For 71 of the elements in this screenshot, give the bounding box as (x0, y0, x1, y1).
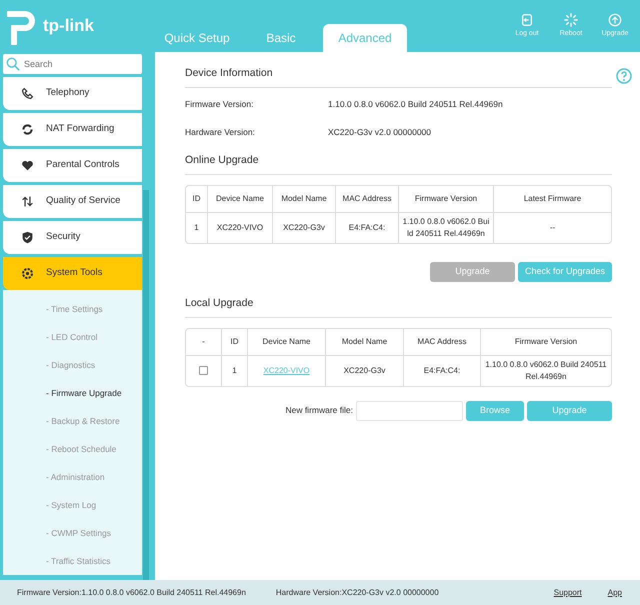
field-label: Firmware Version: (185, 98, 254, 110)
table-cell: 1 (186, 213, 208, 243)
field-value: XC220-G3v v2.0 00000000 (328, 126, 432, 138)
submenu-item[interactable]: - Time Settings (3, 295, 142, 323)
footer-link[interactable]: Support (554, 586, 582, 598)
table-cell-text: -- (548, 222, 556, 234)
action-button[interactable]: Browse (466, 400, 524, 421)
table-cell: E4:FA:C4: (404, 356, 481, 386)
refresh-icon (21, 123, 34, 136)
field-label: New firmware file: (285, 404, 353, 418)
submenu-item[interactable]: - LED Control (3, 323, 142, 351)
field-value: 1.10.0 0.8.0 v6062.0 Build 240511 Rel.44969n (328, 98, 503, 110)
menu-item[interactable]: Security (3, 221, 142, 254)
table-cell: XC220-G3v (273, 213, 336, 243)
column-header: ID (186, 186, 208, 213)
column-header: Firmware Version (481, 328, 611, 356)
menu-item[interactable]: System Tools (3, 257, 142, 290)
table-cell-text: 1.10.0 0.8.0 v6062.0 Build 240511 Rel.44969n (484, 358, 608, 383)
column-header: Latest Firmware (494, 186, 611, 213)
menu-item[interactable]: Telephony (3, 77, 142, 110)
column-header: Model Name (273, 186, 336, 213)
upload-icon (608, 12, 622, 27)
nav-tab[interactable]: Advanced (323, 24, 407, 52)
heart-icon (21, 159, 34, 172)
nav-tab[interactable]: Basic (239, 24, 323, 52)
submenu-item[interactable]: - System Log (3, 491, 142, 519)
help-icon[interactable] (616, 68, 632, 84)
submenu-item[interactable]: - Traffic Statistics (3, 547, 142, 575)
submenu-item[interactable]: - Reboot Schedule (3, 435, 142, 463)
device-link[interactable]: XC220-VIVO (263, 366, 310, 375)
column-header: MAC Address (336, 186, 399, 213)
footer-text: Hardware Version:XC220-G3v v2.0 00000000 (276, 586, 439, 598)
submenu-item[interactable]: - Diagnostics (3, 351, 142, 379)
nav-tab[interactable]: Quick Setup (155, 24, 239, 52)
submenu-item[interactable]: - Administration (3, 463, 142, 491)
shield-icon (21, 231, 34, 244)
submenu-item[interactable]: - Firmware Upgrade (3, 379, 142, 407)
column-header: Firmware Version (399, 186, 494, 213)
footer-text: Firmware Version:1.10.0 0.8.0 v6062.0 Build 240511 Rel.44969n (17, 586, 246, 598)
search-field[interactable]: Search (3, 54, 142, 74)
column-header: Model Name (326, 328, 404, 356)
column-header: - (186, 328, 222, 356)
column-header: Device Name (248, 328, 326, 356)
phone-icon (21, 87, 34, 100)
submenu-item[interactable]: - Backup & Restore (3, 407, 142, 435)
menu-item[interactable]: NAT Forwarding (3, 113, 142, 146)
section-title: Device Information (185, 66, 612, 88)
table-cell: XC220-G3v (326, 356, 404, 386)
column-header: Device Name (208, 186, 273, 213)
column-header: ID (222, 328, 248, 356)
action-button[interactable]: Check for Upgrades (518, 262, 612, 282)
table-cell: 1.10.0 0.8.0 v6062.0 Build 240511 Rel.44969n (399, 213, 494, 243)
field-label: Hardware Version: (185, 126, 256, 138)
menu-item[interactable]: Quality of Service (3, 185, 142, 218)
file-input-field[interactable] (356, 400, 463, 421)
table-cell: 1 (222, 356, 248, 386)
arrows-icon (21, 195, 34, 208)
logout-icon (520, 12, 534, 27)
footer-link[interactable]: App (608, 586, 622, 598)
gear-icon (21, 267, 34, 280)
checkbox[interactable] (199, 366, 208, 376)
section-title: Online Upgrade (185, 153, 612, 175)
menu-item[interactable]: Parental Controls (3, 149, 142, 182)
submenu-item[interactable]: - CWMP Settings (3, 519, 142, 547)
reboot-icon (564, 12, 578, 27)
table-cell: E4:FA:C4: (336, 213, 399, 243)
table-cell: XC220-VIVO (208, 213, 273, 243)
section-title: Local Upgrade (185, 296, 612, 318)
action-button[interactable]: Upgrade (527, 400, 612, 421)
column-header: MAC Address (404, 328, 481, 356)
logo-text: tp-link (43, 15, 94, 38)
